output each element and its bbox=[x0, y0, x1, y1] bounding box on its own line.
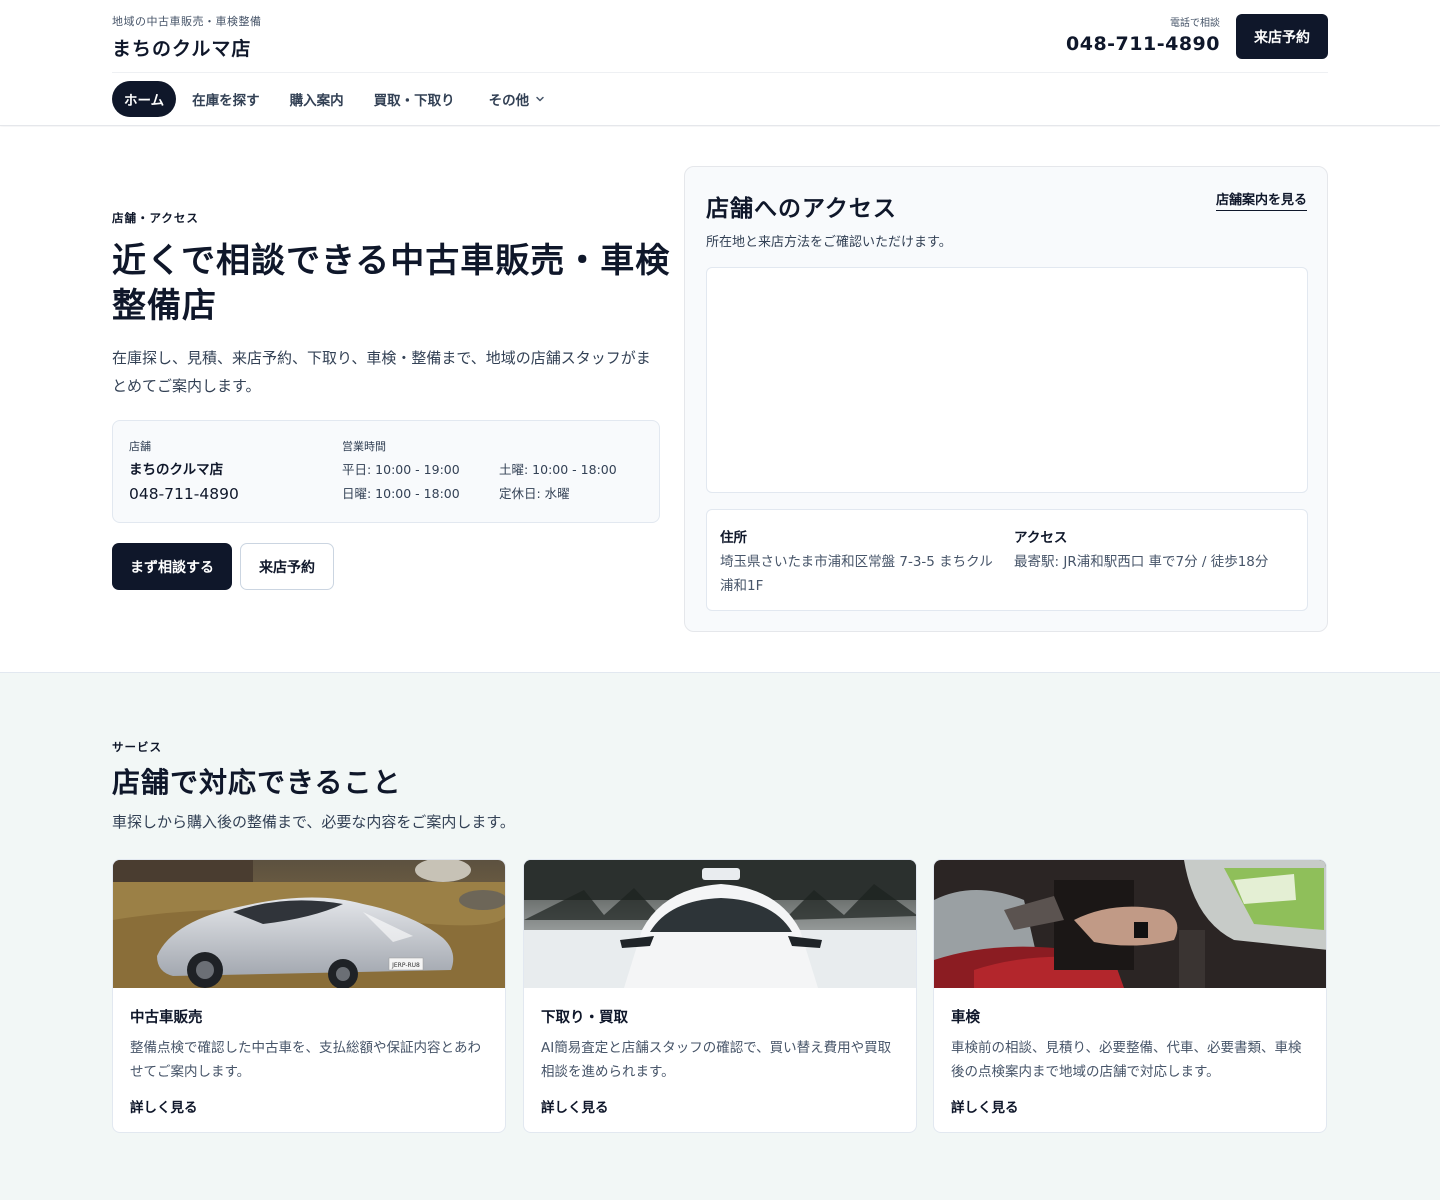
nav-item-more-label: その他 bbox=[488, 93, 530, 109]
hero-section: 店舗・アクセス 近くで相談できる中古車販売・車検整備店 在庫探し、見積、来店予約… bbox=[0, 127, 1440, 673]
services-section: サービス 店舗で対応できること 車探しから購入後の整備まで、必要な内容をご案内し… bbox=[0, 673, 1440, 1200]
store-guide-link[interactable]: 店舗案内を見る bbox=[1215, 189, 1307, 211]
service-card-trade-in[interactable]: 下取り・買取 AI簡易査定と店舗スタッフの確認で、買い替え費用や買取相談を進めら… bbox=[523, 859, 917, 1133]
hours-sunday: 日曜: 10:00 - 18:00 bbox=[342, 486, 460, 501]
service-card-used-cars[interactable]: JERP-RU8 中古車販売 整備点検で確認した中古車を、支払総額や保証内容とあ… bbox=[112, 859, 506, 1133]
shop-phone[interactable]: 048-711-4890 bbox=[129, 485, 239, 503]
access-subtitle: 所在地と来店方法をご確認いただけます。 bbox=[706, 235, 952, 250]
reservation-button[interactable]: 来店予約 bbox=[240, 543, 334, 590]
card-details-link[interactable]: 詳しく見る bbox=[130, 1096, 198, 1116]
map-area[interactable] bbox=[706, 267, 1308, 493]
services-eyebrow: サービス bbox=[112, 740, 162, 754]
hero-title: 近くで相談できる中古車販売・車検整備店 bbox=[112, 241, 671, 326]
nav-item-home[interactable]: ホーム bbox=[112, 81, 177, 117]
shop-name: まちのクルマ店 bbox=[129, 462, 224, 478]
nav-item-trade-in[interactable]: 買取・下取り bbox=[360, 81, 469, 117]
header-inner: 地域の中古車販売・車検整備 まちのクルマ店 電話で相談 048-711-4890… bbox=[112, 0, 1328, 126]
service-image-engine-oil bbox=[934, 860, 1326, 988]
chevron-down-icon bbox=[536, 96, 544, 102]
services-description: 車探しから購入後の整備まで、必要な内容をご案内します。 bbox=[112, 813, 515, 831]
card-text: 車検前の相談、見積り、必要整備、代車、必要書類、車検後の点検案内まで地域の店舗で… bbox=[951, 1040, 1302, 1080]
card-title: 車検 bbox=[951, 1010, 980, 1026]
site-header: 地域の中古車販売・車検整備 まちのクルマ店 電話で相談 048-711-4890… bbox=[0, 0, 1440, 126]
access-text: 最寄駅: JR浦和駅西口 車で7分 / 徒歩18分 bbox=[1014, 554, 1269, 570]
address-text: 埼玉県さいたま市浦和区常盤 7-3-5 まちクル浦和1F bbox=[720, 554, 993, 594]
nav-item-purchase-guide[interactable]: 購入案内 bbox=[276, 81, 358, 117]
phone-block[interactable]: 電話で相談 048-711-4890 bbox=[1066, 14, 1220, 55]
hours-closed: 定休日: 水曜 bbox=[499, 486, 570, 501]
hero-description: 在庫探し、見積、来店予約、下取り、車検・整備まで、地域の店舗スタッフがまとめてご… bbox=[112, 349, 651, 395]
card-text: 整備点検で確認した中古車を、支払総額や保証内容とあわせてご案内します。 bbox=[130, 1040, 481, 1080]
engine-oil-image bbox=[934, 860, 1326, 988]
header-reservation-button[interactable]: 来店予約 bbox=[1236, 14, 1328, 59]
service-image-suv-snow bbox=[524, 860, 916, 988]
access-info-box: 住所 埼玉県さいたま市浦和区常盤 7-3-5 まちクル浦和1F アクセス 最寄駅… bbox=[706, 509, 1308, 611]
card-details-link[interactable]: 詳しく見る bbox=[951, 1096, 1019, 1116]
header-divider bbox=[112, 72, 1328, 73]
nav-item-inventory[interactable]: 在庫を探す bbox=[178, 81, 274, 117]
hours-label: 営業時間 bbox=[342, 440, 386, 453]
shop-label: 店舗 bbox=[129, 440, 151, 453]
card-details-link[interactable]: 詳しく見る bbox=[541, 1096, 609, 1116]
card-text: AI簡易査定と店舗スタッフの確認で、買い替え費用や買取相談を進められます。 bbox=[541, 1040, 892, 1080]
address-label: 住所 bbox=[720, 530, 747, 546]
service-card-inspection[interactable]: 車検 車検前の相談、見積り、必要整備、代車、必要書類、車検後の点検案内まで地域の… bbox=[933, 859, 1327, 1133]
main-nav: ホーム 在庫を探す 購入案内 買取・下取り その他 bbox=[112, 81, 561, 117]
services-title: 店舗で対応できること bbox=[112, 766, 402, 799]
brand-name[interactable]: まちのクルマ店 bbox=[112, 34, 251, 61]
sports-car-image: JERP-RU8 bbox=[113, 860, 505, 988]
hours-weekday: 平日: 10:00 - 19:00 bbox=[342, 462, 460, 477]
access-title: 店舗へのアクセス bbox=[706, 196, 897, 222]
card-title: 下取り・買取 bbox=[541, 1010, 628, 1026]
service-image-sports-car: JERP-RU8 bbox=[113, 860, 505, 988]
phone-label: 電話で相談 bbox=[1170, 18, 1220, 29]
access-panel: 店舗へのアクセス 店舗案内を見る 所在地と来店方法をご確認いただけます。 住所 … bbox=[684, 166, 1328, 632]
card-title: 中古車販売 bbox=[130, 1010, 203, 1026]
suv-snow-image bbox=[524, 860, 916, 988]
nav-item-more[interactable]: その他 bbox=[475, 81, 560, 117]
consult-button[interactable]: まず相談する bbox=[112, 543, 232, 590]
hero-eyebrow: 店舗・アクセス bbox=[112, 211, 199, 225]
brand-tagline: 地域の中古車販売・車検整備 bbox=[112, 15, 262, 28]
hours-saturday: 土曜: 10:00 - 18:00 bbox=[499, 462, 617, 477]
store-info-card: 店舗 まちのクルマ店 048-711-4890 営業時間 平日: 10:00 -… bbox=[112, 420, 660, 523]
svg-text:JERP-RU8: JERP-RU8 bbox=[391, 962, 420, 969]
access-label: アクセス bbox=[1014, 530, 1068, 546]
phone-number[interactable]: 048-711-4890 bbox=[1066, 33, 1220, 55]
